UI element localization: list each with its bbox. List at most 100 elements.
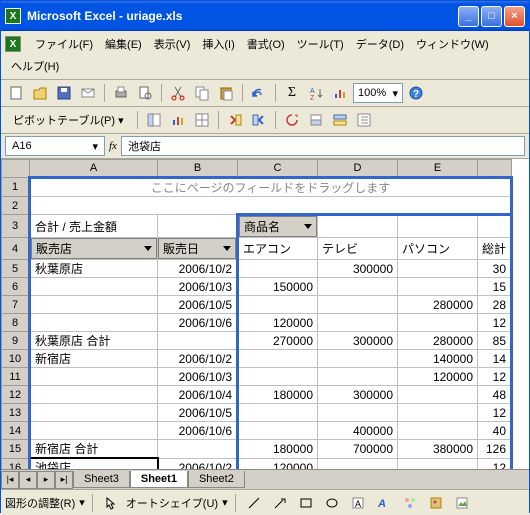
cell-f13[interactable]: 12 bbox=[478, 404, 512, 422]
cell-a7[interactable] bbox=[30, 296, 158, 314]
row-11[interactable]: 11 bbox=[2, 368, 30, 386]
cell-f10[interactable]: 14 bbox=[478, 350, 512, 368]
menu-edit[interactable]: 編集(E) bbox=[99, 33, 148, 55]
cell-f14[interactable]: 40 bbox=[478, 422, 512, 440]
cell-b8[interactable]: 2006/10/6 bbox=[158, 314, 238, 332]
menu-window[interactable]: ウィンドウ(W) bbox=[410, 33, 495, 55]
cell-e11[interactable]: 120000 bbox=[398, 368, 478, 386]
tab-first[interactable]: |◂ bbox=[1, 471, 19, 489]
cell-d5[interactable]: 300000 bbox=[318, 260, 398, 278]
cell-c11[interactable] bbox=[238, 368, 318, 386]
cell-c15[interactable]: 180000 bbox=[238, 440, 318, 459]
row-15[interactable]: 15 bbox=[2, 440, 30, 459]
name-box[interactable]: A16▾ bbox=[5, 136, 105, 156]
pivot-field-icon[interactable] bbox=[329, 109, 351, 131]
cell-e10[interactable]: 140000 bbox=[398, 350, 478, 368]
cell-f6[interactable]: 15 bbox=[478, 278, 512, 296]
cell-a11[interactable] bbox=[30, 368, 158, 386]
cell-a14[interactable] bbox=[30, 422, 158, 440]
sum-button[interactable]: Σ bbox=[281, 82, 303, 104]
cell-d14[interactable]: 400000 bbox=[318, 422, 398, 440]
cell-c8[interactable]: 120000 bbox=[238, 314, 318, 332]
pivot-list-icon[interactable] bbox=[353, 109, 375, 131]
select-icon[interactable] bbox=[100, 492, 122, 514]
cell-a9[interactable]: 秋葉原店 合計 bbox=[30, 332, 158, 350]
cell-f5[interactable]: 30 bbox=[478, 260, 512, 278]
cell-f15[interactable]: 126 bbox=[478, 440, 512, 459]
cell-a10[interactable]: 新宿店 bbox=[30, 350, 158, 368]
copy-button[interactable] bbox=[191, 82, 213, 104]
wordart-icon[interactable]: A bbox=[373, 492, 395, 514]
cell-f12[interactable]: 48 bbox=[478, 386, 512, 404]
minimize-button[interactable]: _ bbox=[458, 6, 479, 27]
row-13[interactable]: 13 bbox=[2, 404, 30, 422]
col-a[interactable]: A bbox=[30, 160, 158, 178]
cut-button[interactable] bbox=[167, 82, 189, 104]
tab-sheet2[interactable]: Sheet2 bbox=[188, 471, 245, 488]
row-10[interactable]: 10 bbox=[2, 350, 30, 368]
menu-tools[interactable]: ツール(T) bbox=[291, 33, 350, 55]
pivot-label[interactable]: ピボットテーブル(P) ▾ bbox=[5, 110, 132, 130]
chevron-down-icon[interactable] bbox=[144, 246, 152, 251]
cell-c13[interactable] bbox=[238, 404, 318, 422]
row-8[interactable]: 8 bbox=[2, 314, 30, 332]
cell-b10[interactable]: 2006/10/2 bbox=[158, 350, 238, 368]
cell-c7[interactable] bbox=[238, 296, 318, 314]
menu-view[interactable]: 表示(V) bbox=[148, 33, 197, 55]
chart-button[interactable] bbox=[329, 82, 351, 104]
picture-icon[interactable] bbox=[451, 492, 473, 514]
cell-e5[interactable] bbox=[398, 260, 478, 278]
h-aircon[interactable]: エアコン bbox=[238, 238, 318, 260]
h-pc[interactable]: パソコン bbox=[398, 238, 478, 260]
cell-d7[interactable] bbox=[318, 296, 398, 314]
row-7[interactable]: 7 bbox=[2, 296, 30, 314]
cell-f9[interactable]: 85 bbox=[478, 332, 512, 350]
cell-e14[interactable] bbox=[398, 422, 478, 440]
menu-format[interactable]: 書式(O) bbox=[241, 33, 291, 55]
cell-a13[interactable] bbox=[30, 404, 158, 422]
clipart-icon[interactable] bbox=[425, 492, 447, 514]
h-total[interactable]: 総計 bbox=[478, 238, 512, 260]
pivot-hide-icon[interactable] bbox=[191, 109, 213, 131]
col-f[interactable] bbox=[478, 160, 512, 178]
cell-c16[interactable]: 120000 bbox=[238, 458, 318, 469]
mail-button[interactable] bbox=[77, 82, 99, 104]
zoom-box[interactable]: 100%▾ bbox=[353, 83, 403, 103]
save-button[interactable] bbox=[53, 82, 75, 104]
cell-e9[interactable]: 280000 bbox=[398, 332, 478, 350]
tab-last[interactable]: ▸| bbox=[55, 471, 73, 489]
cell-e13[interactable] bbox=[398, 404, 478, 422]
print-button[interactable] bbox=[110, 82, 132, 104]
cell-a8[interactable] bbox=[30, 314, 158, 332]
chevron-down-icon[interactable] bbox=[304, 224, 312, 229]
cell-d13[interactable] bbox=[318, 404, 398, 422]
cell-d9[interactable]: 300000 bbox=[318, 332, 398, 350]
cell-a5[interactable]: 秋葉原店 bbox=[30, 260, 158, 278]
cell-d15[interactable]: 700000 bbox=[318, 440, 398, 459]
cell-b16[interactable]: 2006/10/2 bbox=[158, 458, 238, 469]
row-4[interactable]: 4 bbox=[2, 238, 30, 260]
menu-insert[interactable]: 挿入(I) bbox=[196, 33, 240, 55]
pivot-group-icon[interactable] bbox=[248, 109, 270, 131]
help-button[interactable]: ? bbox=[405, 82, 427, 104]
cell-d12[interactable]: 300000 bbox=[318, 386, 398, 404]
cell-a16[interactable]: 池袋店 bbox=[30, 458, 158, 469]
pivot-chart-icon[interactable] bbox=[167, 109, 189, 131]
fx-icon[interactable]: fx bbox=[109, 140, 117, 152]
cell-d11[interactable] bbox=[318, 368, 398, 386]
cell-b6[interactable]: 2006/10/3 bbox=[158, 278, 238, 296]
col-e[interactable]: E bbox=[398, 160, 478, 178]
cell-b7[interactable]: 2006/10/5 bbox=[158, 296, 238, 314]
menu-help[interactable]: ヘルプ(H) bbox=[5, 55, 65, 77]
cell-e15[interactable]: 380000 bbox=[398, 440, 478, 459]
pivot-settings-icon[interactable] bbox=[305, 109, 327, 131]
cell-e8[interactable] bbox=[398, 314, 478, 332]
cell-e16[interactable] bbox=[398, 458, 478, 469]
cell-d6[interactable] bbox=[318, 278, 398, 296]
worksheet[interactable]: A B C D E 1 ここにページのフィールドをドラッグします 2 3 合計 … bbox=[1, 159, 529, 469]
undo-button[interactable] bbox=[248, 82, 270, 104]
autoshape[interactable]: オートシェイプ(U) bbox=[126, 495, 218, 511]
cell-c5[interactable] bbox=[238, 260, 318, 278]
cell-c14[interactable] bbox=[238, 422, 318, 440]
formula-bar[interactable]: 池袋店 bbox=[121, 136, 525, 156]
